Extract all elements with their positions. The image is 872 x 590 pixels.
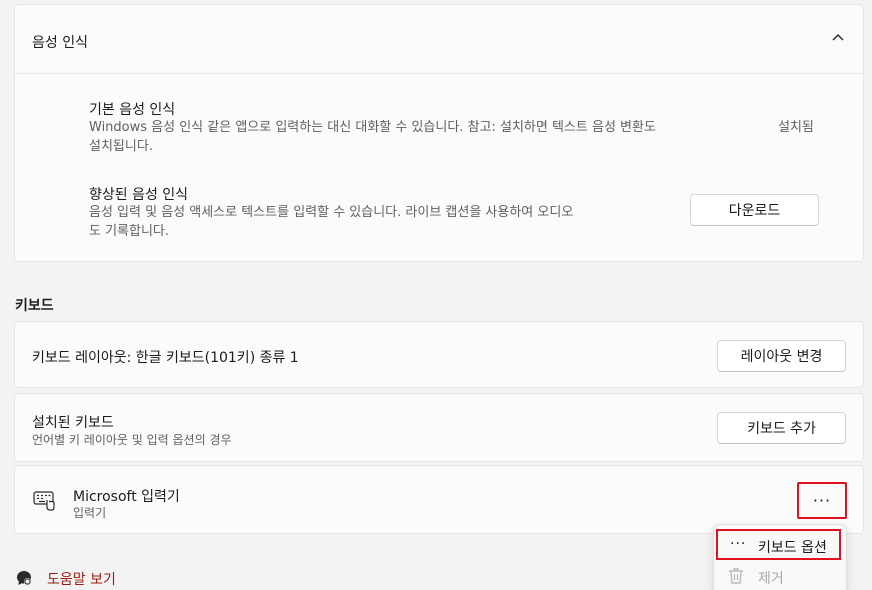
download-button[interactable]: 다운로드 xyxy=(690,194,819,226)
microsoft-ime-subtitle: 입력기 xyxy=(73,506,107,520)
keyboard-icon xyxy=(33,491,55,511)
ime-context-menu: ··· 키보드 옵션 제거 xyxy=(713,524,847,590)
enhanced-speech-desc-2: 도 기록합니다. xyxy=(89,224,170,239)
keyboard-layout-card: 키보드 레이아웃: 한글 키보드(101키) 종류 1 레이아웃 변경 xyxy=(14,321,864,388)
menu-item-remove-label: 제거 xyxy=(758,571,784,587)
enhanced-speech-title: 향상된 음성 인식 xyxy=(89,187,189,203)
installed-keyboards-title: 설치된 키보드 xyxy=(32,415,114,431)
speech-recognition-title: 음성 인식 xyxy=(32,35,88,51)
menu-item-remove[interactable]: 제거 xyxy=(716,563,841,590)
change-layout-button[interactable]: 레이아웃 변경 xyxy=(717,340,846,372)
more-options-button[interactable]: ··· xyxy=(797,482,847,519)
basic-speech-desc: Windows 음성 인식 같은 앱으로 입력하는 대신 대화할 수 있습니다.… xyxy=(89,120,656,135)
basic-speech-title: 기본 음성 인식 xyxy=(89,102,176,118)
keyboard-section-label: 키보드 xyxy=(15,298,54,314)
trash-icon xyxy=(729,568,743,584)
add-keyboard-button[interactable]: 키보드 추가 xyxy=(717,412,846,444)
speech-recognition-header[interactable]: 음성 인식 xyxy=(15,5,863,74)
installed-keyboards-subtitle: 언어별 키 레이아웃 및 입력 옵션의 경우 xyxy=(32,433,232,447)
enhanced-speech-desc: 음성 입력 및 음성 액세스로 텍스트를 입력할 수 있습니다. 라이브 캡션을… xyxy=(89,205,574,220)
menu-item-keyboard-options-label: 키보드 옵션 xyxy=(758,540,827,556)
ellipsis-icon: ··· xyxy=(730,536,747,552)
help-icon xyxy=(17,571,32,586)
keyboard-layout-title: 키보드 레이아웃: 한글 키보드(101키) 종류 1 xyxy=(32,350,299,366)
basic-speech-status: 설치됨 xyxy=(778,120,814,135)
menu-item-keyboard-options[interactable]: ··· 키보드 옵션 xyxy=(716,529,841,560)
help-link[interactable]: 도움말 보기 xyxy=(47,569,116,589)
microsoft-ime-title: Microsoft 입력기 xyxy=(73,489,180,505)
basic-speech-desc-2: 설치됩니다. xyxy=(89,139,153,154)
installed-keyboards-card: 설치된 키보드 언어별 키 레이아웃 및 입력 옵션의 경우 키보드 추가 xyxy=(14,393,864,462)
speech-recognition-card: 음성 인식 기본 음성 인식 Windows 음성 인식 같은 앱으로 입력하는… xyxy=(14,4,864,262)
chevron-up-icon[interactable] xyxy=(831,31,845,45)
